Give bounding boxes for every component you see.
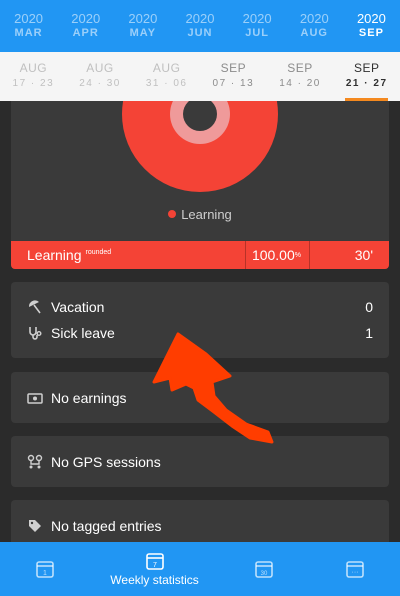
calendar-week-icon: 7 <box>145 553 164 570</box>
month-tab-sep[interactable]: 2020 SEP <box>343 0 400 52</box>
earnings-label: No earnings <box>51 390 127 406</box>
legend-label: Learning <box>181 207 232 222</box>
legend-dot <box>168 210 177 218</box>
activity-duration-cell: 30' <box>309 241 389 269</box>
svg-text:7: 7 <box>153 562 157 569</box>
month-label: JUL <box>245 27 270 39</box>
gps-card[interactable]: No GPS sessions <box>11 436 389 487</box>
svg-text:···: ··· <box>351 569 358 576</box>
week-days: 21 · 27 <box>345 78 388 89</box>
nav-daily[interactable]: 1 <box>0 542 91 596</box>
earnings-card[interactable]: No earnings <box>11 372 389 423</box>
week-month: AUG <box>19 61 48 75</box>
gps-row: No GPS sessions <box>11 449 389 475</box>
activity-chart-card: Learning Learning rounded 100.00% 30' <box>11 101 389 269</box>
nav-monthly[interactable]: 30 <box>218 542 309 596</box>
month-year: 2020 <box>356 11 386 26</box>
calendar-month-icon: 30 <box>254 561 273 578</box>
week-month: SEP <box>287 61 313 75</box>
nav-custom-range[interactable]: ··· <box>309 542 400 596</box>
vacation-count: 0 <box>365 299 373 315</box>
week-days: 14 · 20 <box>279 78 321 89</box>
week-month: AUG <box>86 61 114 75</box>
leave-card: Vacation 0 Sick leave 1 <box>11 282 389 358</box>
bottom-navigation: 1 7 Weekly statistics 30 ··· <box>0 542 400 596</box>
activity-duration: 30' <box>354 247 373 263</box>
month-year: 2020 <box>71 11 101 26</box>
week-tab[interactable]: AUG 24 · 30 <box>67 52 134 101</box>
pie-chart <box>122 101 278 192</box>
activity-name-cell: Learning rounded <box>11 247 245 263</box>
week-tab[interactable]: AUG 31 · 06 <box>133 52 200 101</box>
svg-text:30: 30 <box>260 571 267 577</box>
calendar-day-icon: 1 <box>36 561 55 578</box>
week-tab-selected[interactable]: SEP 21 · 27 <box>333 52 400 101</box>
month-year: 2020 <box>14 11 44 26</box>
gps-label: No GPS sessions <box>51 454 161 470</box>
month-label: AUG <box>300 27 328 39</box>
money-icon <box>27 390 43 406</box>
week-selector: AUG 17 · 23 AUG 24 · 30 AUG 31 · 06 SEP 07 ·… <box>0 52 400 101</box>
month-label: APR <box>72 27 99 39</box>
sick-leave-label: Sick leave <box>51 325 115 341</box>
vacation-label: Vacation <box>51 299 105 315</box>
month-year: 2020 <box>299 11 329 26</box>
week-month: SEP <box>220 61 247 75</box>
month-tab-jun[interactable]: 2020 JUN <box>171 0 228 52</box>
month-tab-aug[interactable]: 2020 AUG <box>286 0 343 52</box>
week-days: 07 · 13 <box>212 78 255 89</box>
svg-text:1: 1 <box>44 570 48 577</box>
chart-legend: Learning <box>11 207 389 222</box>
stethoscope-icon <box>27 325 43 341</box>
tags-row: No tagged entries <box>11 513 389 539</box>
beach-umbrella-icon <box>27 299 43 315</box>
month-label: MAY <box>129 27 157 39</box>
rounded-tag: rounded <box>85 249 112 257</box>
week-days: 24 · 30 <box>79 78 121 89</box>
route-icon <box>27 454 43 470</box>
calendar-range-icon: ··· <box>345 561 364 578</box>
month-tab-apr[interactable]: 2020 APR <box>57 0 114 52</box>
month-tab-mar[interactable]: 2020 MAR <box>0 0 57 52</box>
activity-name: Learning <box>27 247 82 263</box>
week-month: SEP <box>353 61 380 75</box>
earnings-row: No earnings <box>11 385 389 411</box>
week-days: 17 · 23 <box>12 78 55 89</box>
week-month: AUG <box>152 61 181 75</box>
month-tab-jul[interactable]: 2020 JUL <box>229 0 286 52</box>
week-days: 31 · 06 <box>145 78 188 89</box>
month-label: MAR <box>14 27 43 39</box>
week-tab[interactable]: AUG 17 · 23 <box>0 52 67 101</box>
month-selector: 2020 MAR 2020 APR 2020 MAY 2020 JUN 2020 JUL … <box>0 0 400 52</box>
tags-label: No tagged entries <box>51 518 162 534</box>
month-year: 2020 <box>242 11 272 26</box>
activity-percent: 100.00 <box>251 247 295 263</box>
sick-leave-row[interactable]: Sick leave 1 <box>11 320 389 346</box>
nav-weekly[interactable]: 7 Weekly statistics <box>91 542 218 596</box>
month-year: 2020 <box>128 11 158 26</box>
vacation-row[interactable]: Vacation 0 <box>11 294 389 320</box>
sick-leave-count: 1 <box>365 325 373 341</box>
month-label: JUN <box>187 27 213 39</box>
activity-percent-cell: 100.00% <box>245 241 309 269</box>
month-tab-may[interactable]: 2020 MAY <box>114 0 171 52</box>
activity-summary-row[interactable]: Learning rounded 100.00% 30' <box>11 241 389 269</box>
month-year: 2020 <box>185 11 215 26</box>
week-tab[interactable]: SEP 07 · 13 <box>200 52 267 101</box>
nav-weekly-label: Weekly statistics <box>110 573 199 587</box>
month-label: SEP <box>358 27 384 39</box>
tag-icon <box>27 518 43 534</box>
week-tab[interactable]: SEP 14 · 20 <box>267 52 334 101</box>
percent-unit: % <box>294 251 301 259</box>
